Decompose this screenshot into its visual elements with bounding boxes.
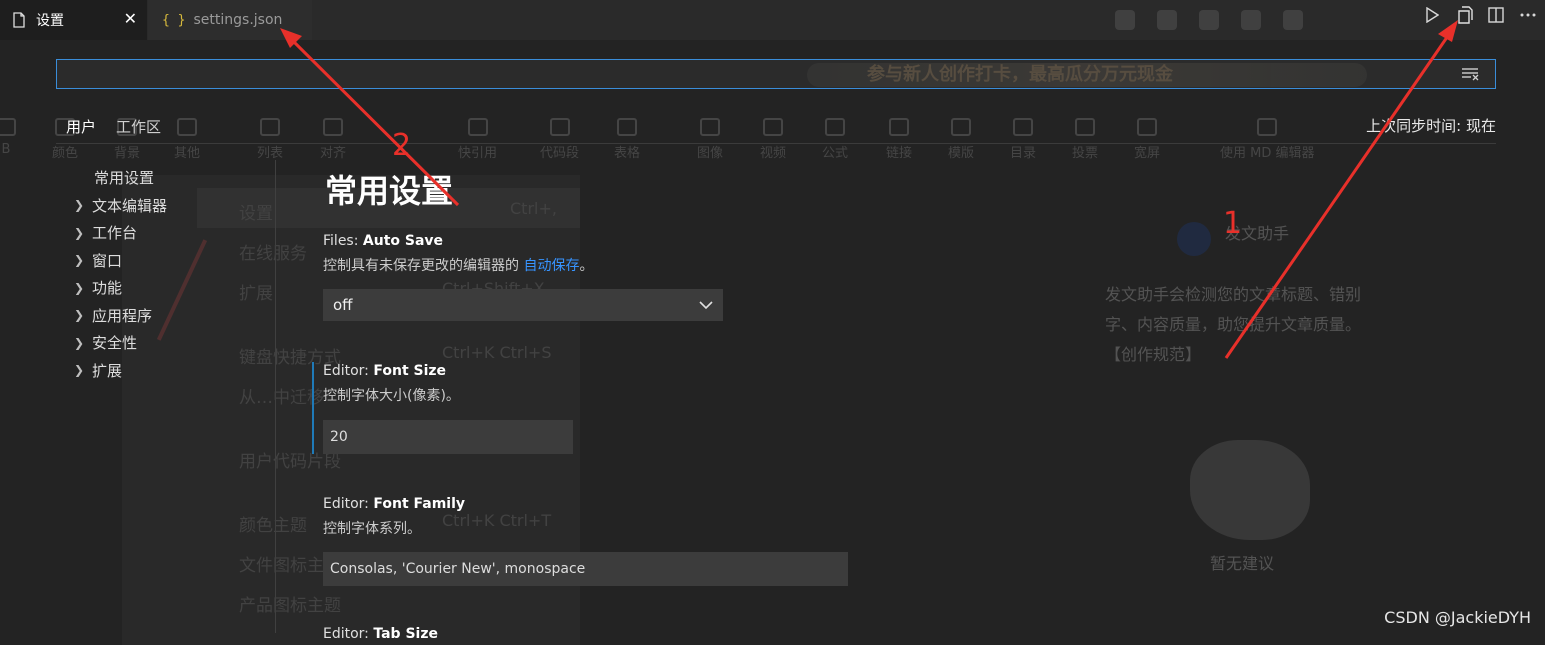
annotation-number-1: 1: [1223, 206, 1243, 241]
watermark: CSDN @JackieDYH: [1384, 608, 1531, 627]
annotation-arrows: [280, 20, 1458, 359]
annotation-number-2: 2: [392, 128, 412, 163]
